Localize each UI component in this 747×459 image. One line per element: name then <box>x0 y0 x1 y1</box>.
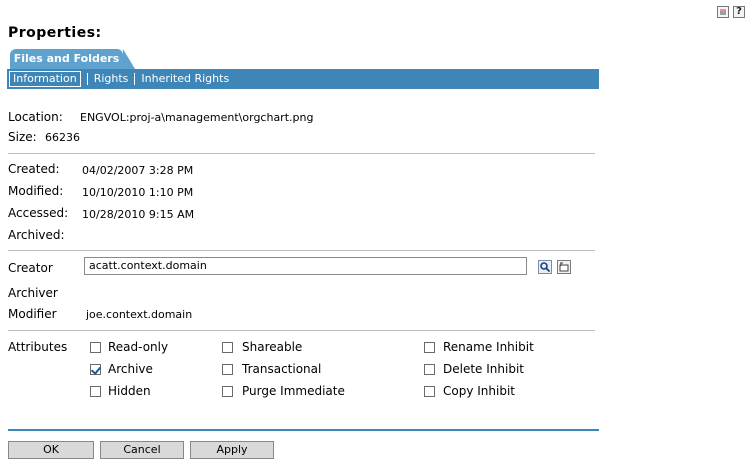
subtab-information[interactable]: Information <box>9 71 81 87</box>
header-icons: ? <box>717 6 745 18</box>
modified-label: Modified: <box>8 184 64 198</box>
creator-label: Creator <box>8 261 53 275</box>
read-only-label: Read-only <box>108 340 169 354</box>
transactional-checkbox[interactable] <box>222 364 233 375</box>
subtab-rights[interactable]: Rights <box>94 69 129 89</box>
created-label: Created: <box>8 162 60 176</box>
archived-label: Archived: <box>8 228 65 242</box>
modifier-value: joe.context.domain <box>86 308 193 321</box>
accessed-value: 10/28/2010 9:15 AM <box>82 208 195 221</box>
divider <box>8 250 595 251</box>
location-value: ENGVOL:proj-a\management\orgchart.png <box>80 111 314 124</box>
archiver-label: Archiver <box>8 286 58 300</box>
subtab-separator <box>134 73 136 85</box>
search-icon[interactable] <box>538 260 552 274</box>
notes-icon[interactable] <box>717 6 729 18</box>
cancel-button[interactable]: Cancel <box>100 441 184 459</box>
archive-label: Archive <box>108 362 153 376</box>
delete-inhibit-label: Delete Inhibit <box>443 362 524 376</box>
hidden-label: Hidden <box>108 384 151 398</box>
attributes-label: Attributes <box>8 340 68 354</box>
help-icon[interactable]: ? <box>733 6 745 18</box>
purge-immediate-checkbox[interactable] <box>222 386 233 397</box>
footer-divider <box>8 429 599 431</box>
size-value: 66236 <box>45 131 80 144</box>
purge-immediate-label: Purge Immediate <box>242 384 345 398</box>
shareable-label: Shareable <box>242 340 303 354</box>
copy-inhibit-label: Copy Inhibit <box>443 384 515 398</box>
size-label: Size: <box>8 130 37 144</box>
modified-value: 10/10/2010 1:10 PM <box>82 186 194 199</box>
rename-inhibit-checkbox[interactable] <box>424 342 435 353</box>
tab-files-and-folders[interactable]: Files and Folders <box>10 49 135 69</box>
rename-inhibit-label: Rename Inhibit <box>443 340 534 354</box>
subtab-inherited-rights[interactable]: Inherited Rights <box>141 69 229 89</box>
apply-button[interactable]: Apply <box>190 441 274 459</box>
shareable-checkbox[interactable] <box>222 342 233 353</box>
hidden-checkbox[interactable] <box>90 386 101 397</box>
page-title: Properties: <box>8 25 102 41</box>
created-value: 04/02/2007 3:28 PM <box>82 164 194 177</box>
transactional-label: Transactional <box>242 362 322 376</box>
subtab-bar: Information Rights Inherited Rights <box>7 69 599 89</box>
divider <box>8 153 595 154</box>
delete-inhibit-checkbox[interactable] <box>424 364 435 375</box>
creator-field[interactable]: acatt.context.domain <box>84 257 527 275</box>
object-browser-icon[interactable] <box>557 260 571 274</box>
divider <box>8 330 595 331</box>
ok-button[interactable]: OK <box>8 441 94 459</box>
subtab-separator <box>86 73 88 85</box>
copy-inhibit-checkbox[interactable] <box>424 386 435 397</box>
location-label: Location: <box>8 110 63 124</box>
archive-checkbox[interactable] <box>90 364 101 375</box>
accessed-label: Accessed: <box>8 206 69 220</box>
read-only-checkbox[interactable] <box>90 342 101 353</box>
modifier-label: Modifier <box>8 307 57 321</box>
